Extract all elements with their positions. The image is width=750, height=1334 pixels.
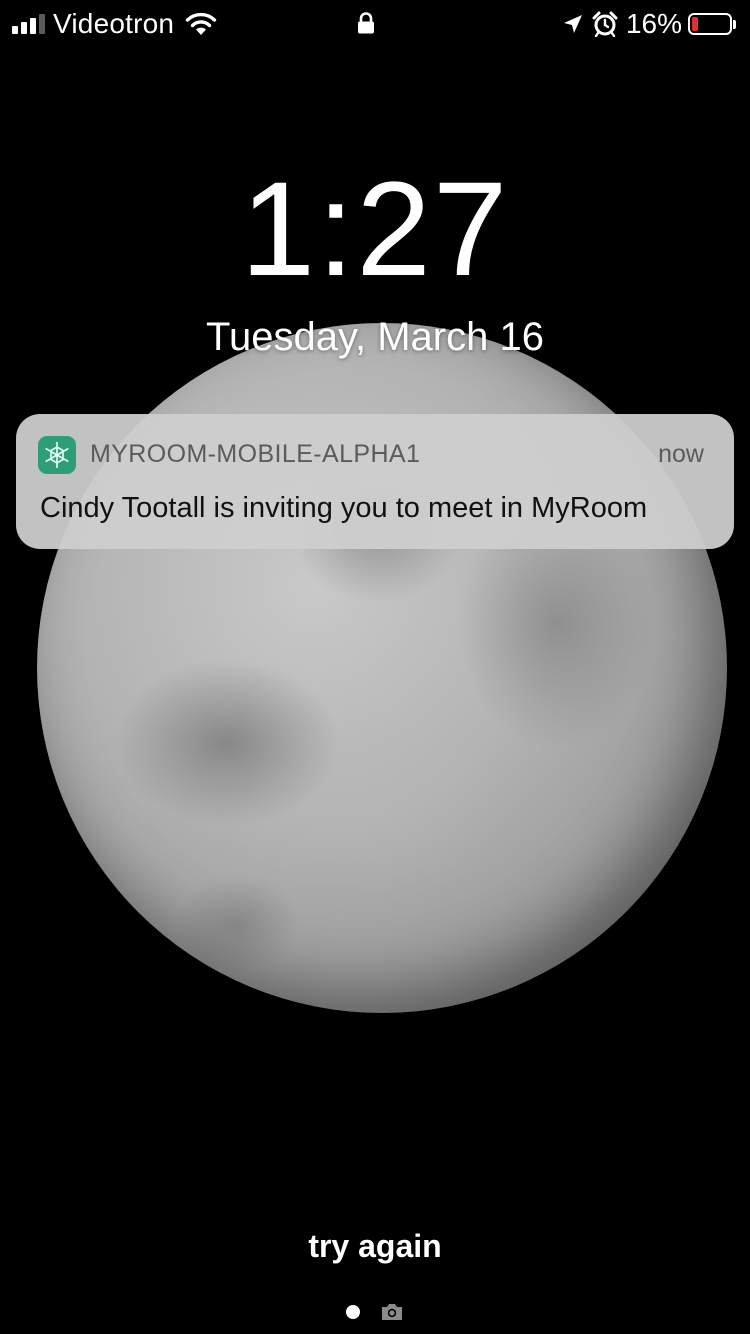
battery-tip	[733, 19, 736, 29]
notification-message: Cindy Tootall is inviting you to meet in…	[40, 492, 648, 524]
notification-banner[interactable]: MYROOM-MOBILE-ALPHA1 now Cindy Tootall i…	[16, 414, 734, 549]
try-again-label: try again	[308, 1228, 442, 1264]
wifi-icon	[185, 12, 217, 35]
battery-icon	[688, 13, 732, 35]
lock-screen-date: Tuesday, March 16	[206, 315, 544, 359]
myroom-app-icon	[38, 436, 76, 474]
battery-level-fill	[692, 17, 698, 31]
page-dot-icon	[346, 1305, 360, 1319]
status-bar: Videotron 16%	[0, 0, 750, 48]
camera-icon[interactable]	[380, 1302, 404, 1322]
carrier-name: Videotron	[53, 8, 175, 39]
location-icon	[563, 15, 582, 33]
alarm-icon	[592, 11, 618, 37]
signal-icon	[12, 14, 45, 34]
notification-time: now	[658, 440, 704, 468]
notification-app-name: MYROOM-MOBILE-ALPHA1	[90, 440, 421, 468]
page-indicator	[0, 1302, 750, 1322]
lock-screen-time: 1:27	[240, 155, 510, 304]
lock-icon	[358, 12, 374, 34]
battery-percent: 16%	[625, 8, 682, 39]
